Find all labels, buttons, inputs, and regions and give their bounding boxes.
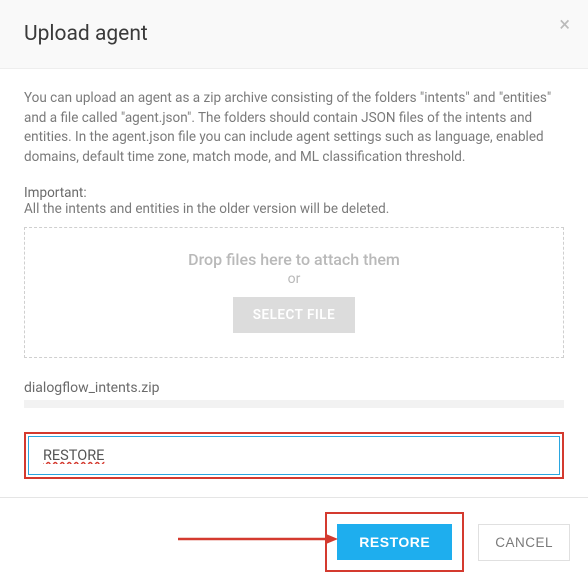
upload-progress-bar (24, 400, 564, 408)
confirm-highlight (24, 432, 564, 479)
dialog-header: Upload agent × (0, 0, 588, 69)
upload-agent-dialog: Upload agent × You can upload an agent a… (0, 0, 588, 586)
file-dropzone[interactable]: Drop files here to attach them or SELECT… (24, 227, 564, 358)
select-file-button[interactable]: SELECT FILE (233, 297, 355, 333)
restore-highlight: RESTORE (325, 512, 464, 572)
cancel-button[interactable]: CANCEL (478, 524, 570, 561)
important-text: All the intents and entities in the olde… (24, 201, 564, 217)
confirm-input[interactable] (28, 436, 560, 475)
dialog-title: Upload agent (24, 22, 564, 46)
restore-button[interactable]: RESTORE (337, 524, 452, 560)
dialog-body: You can upload an agent as a zip archive… (0, 69, 588, 497)
close-icon[interactable]: × (559, 14, 570, 34)
dialog-footer: RESTORE CANCEL (0, 497, 588, 586)
important-label: Important: (24, 185, 564, 201)
dropzone-or: or (35, 271, 553, 287)
description-text: You can upload an agent as a zip archive… (24, 89, 564, 167)
arrow-icon (178, 534, 338, 544)
uploaded-filename: dialogflow_intents.zip (24, 380, 564, 396)
dropzone-text: Drop files here to attach them (35, 250, 553, 269)
